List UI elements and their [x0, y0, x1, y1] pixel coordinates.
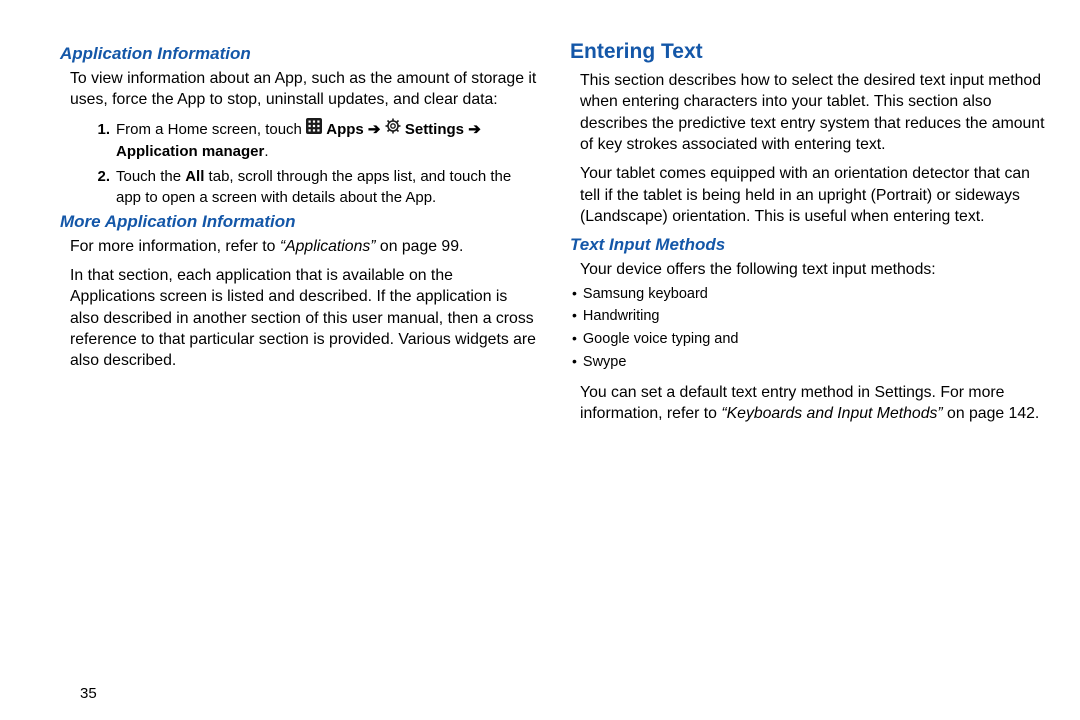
paragraph-app-info-intro: To view information about an App, such a… — [70, 68, 540, 111]
paragraph-outro: You can set a default text entry method … — [580, 382, 1050, 425]
step-body: From a Home screen, touch Apps ➔ — [116, 119, 540, 162]
step1-prefix: From a Home screen, touch — [116, 121, 306, 138]
label-apps: Apps — [326, 121, 368, 138]
paragraph-entering-text-1: This section describes how to select the… — [580, 70, 1050, 155]
ref-applications: “Applications” — [280, 238, 376, 255]
outro-text-b: on page 142. — [943, 405, 1040, 422]
input-methods-list: Samsung keyboard Handwriting Google voic… — [572, 283, 1050, 374]
paragraph-more-ref: For more information, refer to “Applicat… — [70, 236, 540, 257]
arrow-icon: ➔ — [368, 121, 381, 138]
heading-entering-text: Entering Text — [570, 40, 1050, 64]
page-number: 35 — [80, 685, 97, 702]
label-application-manager: Application manager — [116, 143, 264, 160]
heading-application-information: Application Information — [60, 44, 540, 64]
left-column: Application Information To view informat… — [60, 40, 570, 700]
step-2: 2. Touch the All tab, scroll through the… — [70, 166, 540, 208]
steps-list: 1. From a Home screen, touch — [70, 119, 540, 208]
step-1: 1. From a Home screen, touch — [70, 119, 540, 162]
list-item: Handwriting — [572, 305, 1050, 328]
paragraph-entering-text-2: Your tablet comes equipped with an orien… — [580, 163, 1050, 227]
list-item: Swype — [572, 351, 1050, 374]
manual-page: Application Information To view informat… — [0, 0, 1080, 720]
paragraph-more-body: In that section, each application that i… — [70, 265, 540, 372]
more-text-b: on page 99. — [376, 238, 464, 255]
step2-text-a: Touch the — [116, 168, 185, 185]
heading-more-application-information: More Application Information — [60, 212, 540, 232]
label-all-tab: All — [185, 168, 204, 185]
paragraph-methods-intro: Your device offers the following text in… — [580, 259, 1050, 280]
step-body: Touch the All tab, scroll through the ap… — [116, 166, 540, 208]
settings-gear-icon — [385, 118, 401, 140]
label-settings: Settings — [405, 121, 468, 138]
heading-text-input-methods: Text Input Methods — [570, 235, 1050, 255]
more-text-a: For more information, refer to — [70, 238, 280, 255]
right-column: Entering Text This section describes how… — [570, 40, 1050, 700]
ref-keyboards: “Keyboards and Input Methods” — [721, 405, 942, 422]
list-item: Google voice typing and — [572, 328, 1050, 351]
step-number: 2. — [70, 166, 116, 187]
step-number: 1. — [70, 119, 116, 140]
apps-grid-icon — [306, 118, 322, 140]
list-item: Samsung keyboard — [572, 283, 1050, 306]
arrow-icon: ➔ — [468, 121, 481, 138]
